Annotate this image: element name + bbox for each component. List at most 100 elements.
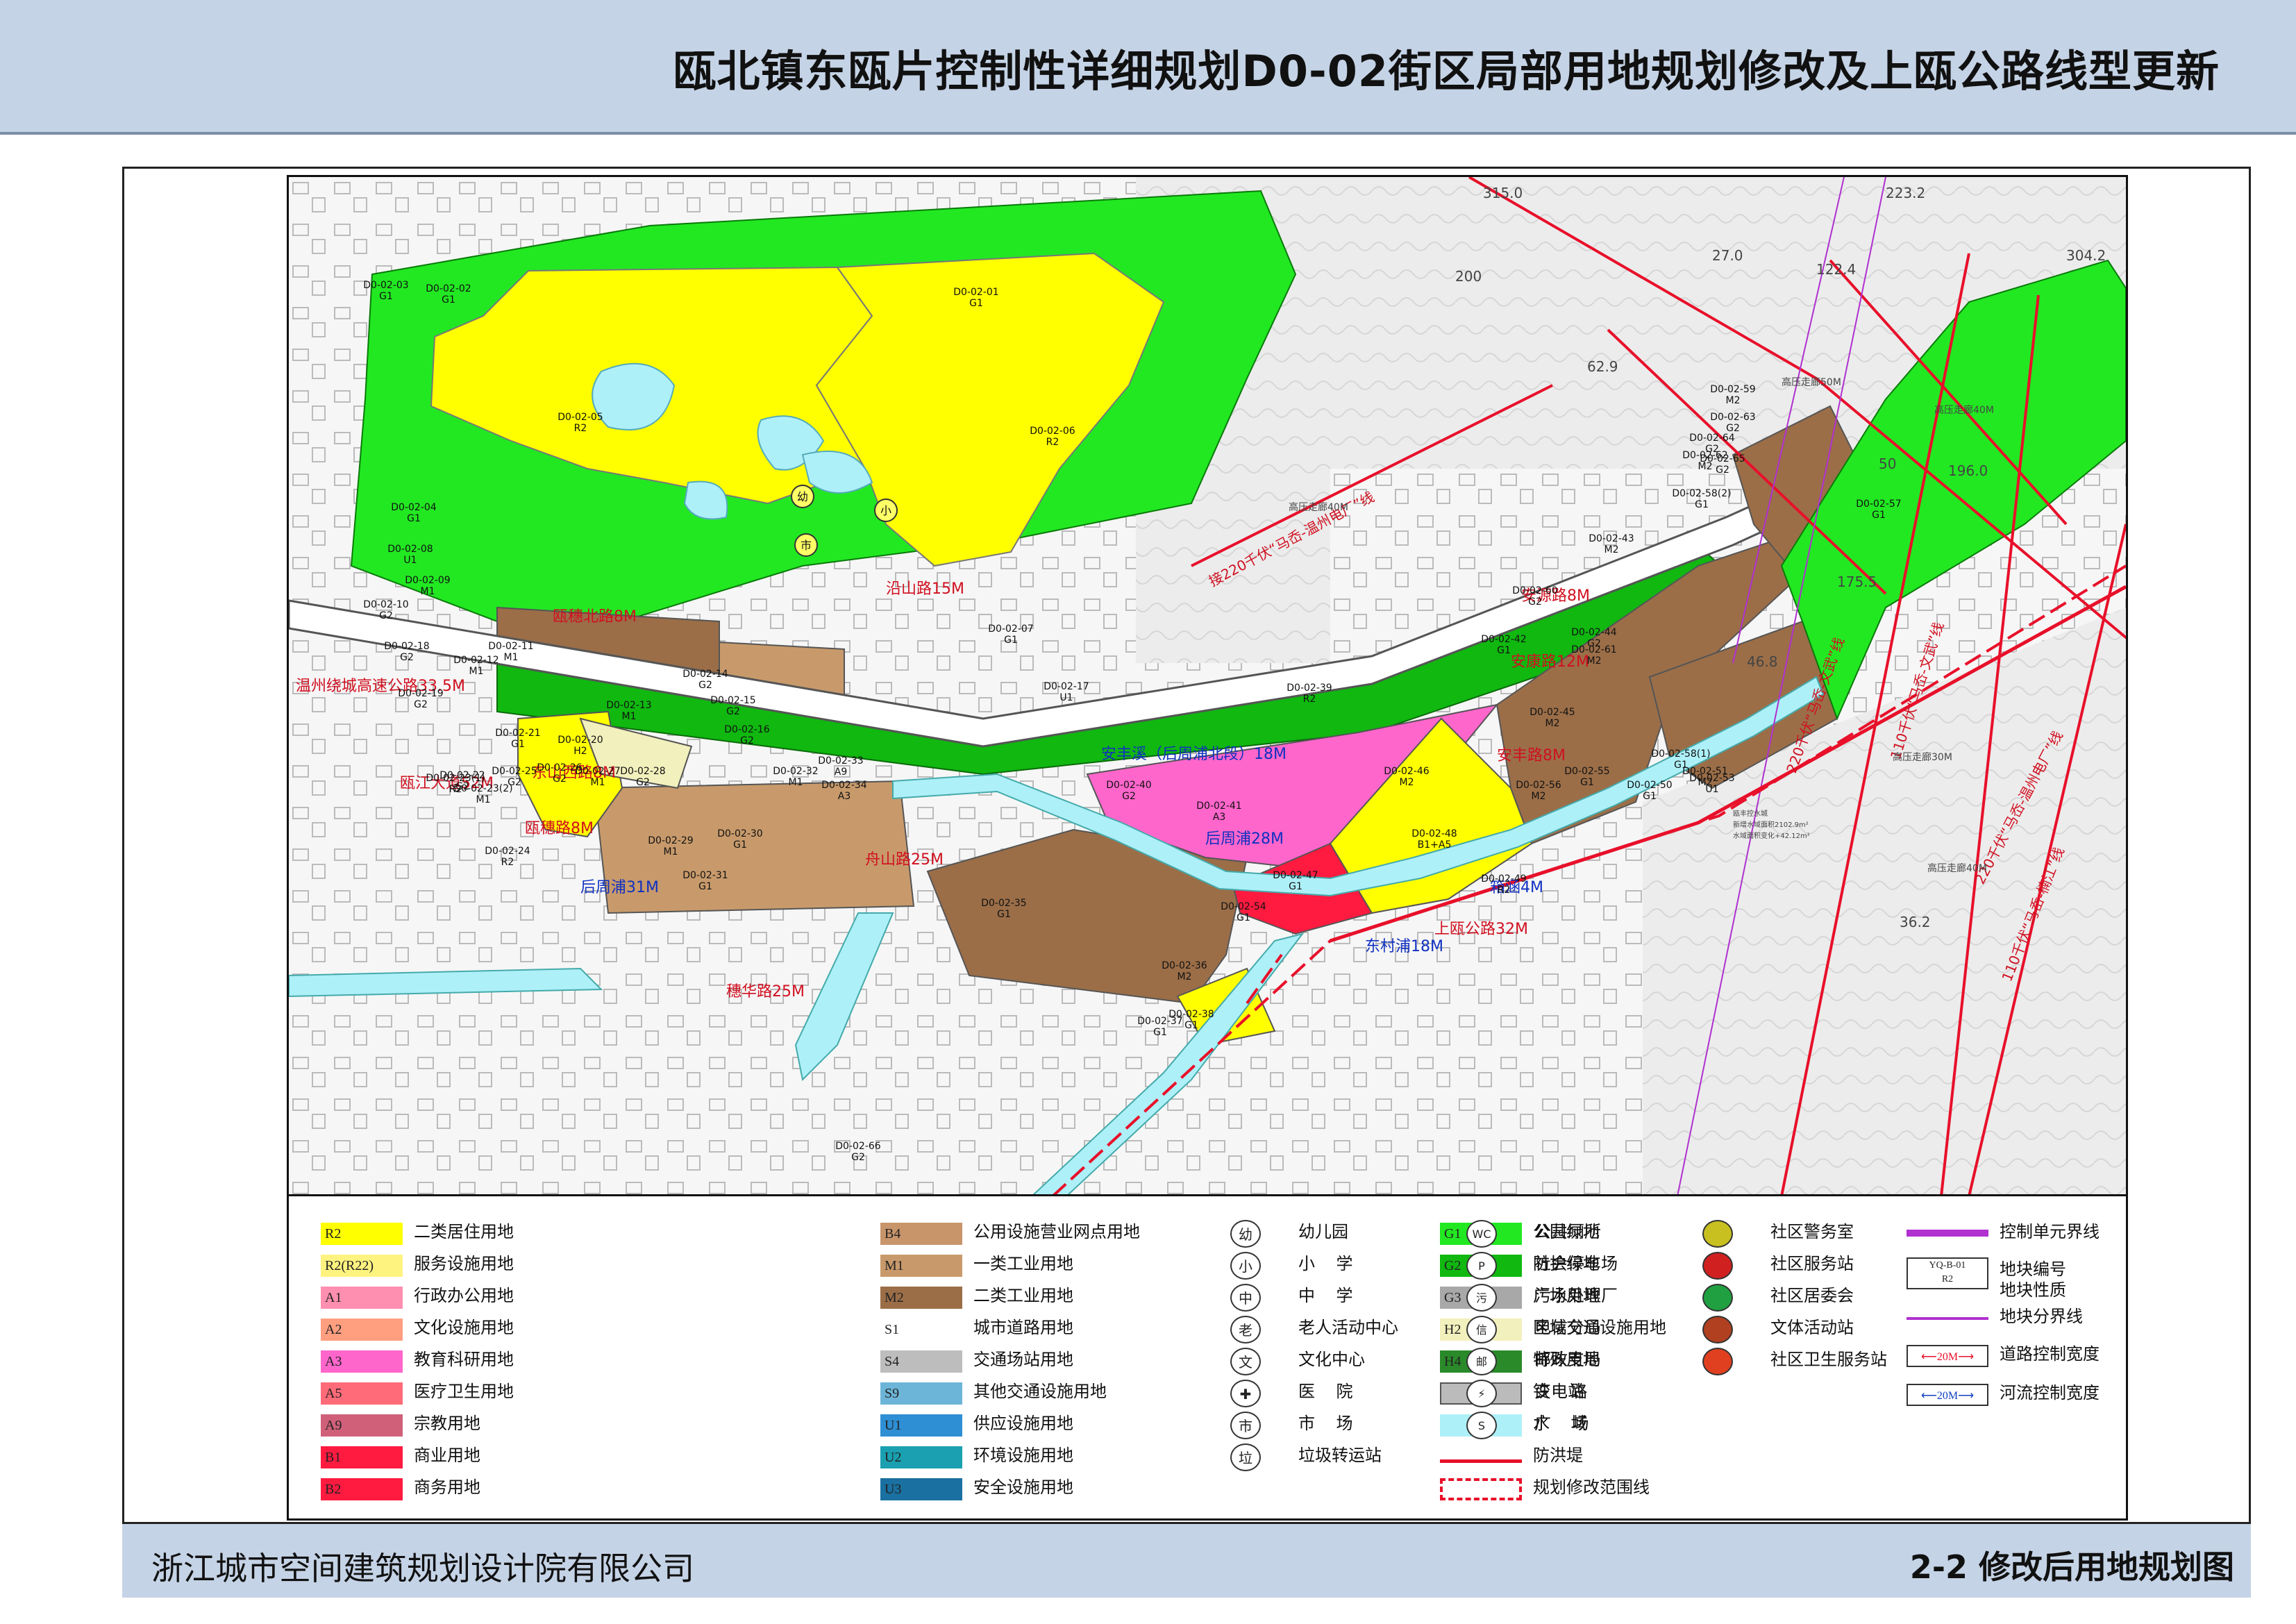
- plot-code-label: G1: [1695, 499, 1709, 510]
- plot-id-label: D0-02-12: [453, 655, 498, 666]
- plot-id-label: D0-02-02: [426, 283, 471, 294]
- map-legend: R2 二类居住用地 R2(R22) 服务设施用地 A1 行政办公用地 A2 文化设施用地 A3 教…: [287, 1194, 2128, 1521]
- map-canvas[interactable]: 沿山路15M瓯穗北路8M温州绕城高速公路33.5M瓯江大道52M东山西路8M瓯穗…: [289, 177, 2126, 1196]
- elevation-label: 200: [1455, 268, 1482, 285]
- plot-code-label: B1+A5: [1418, 839, 1452, 851]
- legend-label: 广 场: [1534, 1414, 1589, 1433]
- plot-id-label: D0-02-56: [1516, 780, 1561, 791]
- legend-label: 邮政支局: [1534, 1350, 1601, 1369]
- plot-id-label: D0-02-49: [1481, 873, 1526, 885]
- road-label: 东村浦18M: [1365, 938, 1443, 955]
- facility-symbol: ⚡: [1466, 1380, 1497, 1407]
- legend-label: 服务设施用地: [414, 1254, 514, 1273]
- plot-code-label: G1: [698, 881, 712, 892]
- legend-swatch: A2: [321, 1319, 403, 1341]
- plot-id-label: D0-02-53: [1689, 773, 1734, 784]
- elevation-label: 304.2: [2066, 247, 2106, 264]
- plot-id-label: D0-02-59: [1710, 384, 1755, 395]
- plot-id-label: D0-02-54: [1221, 901, 1266, 912]
- plot-id-label: D0-02-17: [1044, 681, 1089, 692]
- plot-id-label: D0-02-27: [575, 766, 620, 777]
- plot-id-label: D0-02-63: [1710, 412, 1755, 423]
- legend-label: 污水处理厂: [1534, 1286, 1618, 1305]
- elevation-label: 27.0: [1712, 247, 1743, 264]
- plot-id-label: D0-02-09: [405, 575, 450, 586]
- plot-code-label: G1: [407, 513, 421, 524]
- plot-id-label: D0-02-55: [1564, 766, 1609, 777]
- plot-id-label: D0-02-10: [363, 599, 408, 610]
- plot-id-label: D0-02-33: [818, 755, 863, 767]
- plot-id-label: D0-02-23(1): [426, 773, 485, 784]
- facility-icon-glyph: 幼: [797, 490, 808, 503]
- plot-id-label: D0-02-57: [1856, 499, 1901, 510]
- plot-code-label: M2: [1587, 655, 1602, 667]
- plot-id-label: D0-02-04: [391, 502, 437, 513]
- legend-swatch: S1: [880, 1319, 962, 1341]
- map-note: 瓯丰控水城: [1733, 809, 1768, 818]
- facility-symbol: WC: [1466, 1220, 1497, 1248]
- legend-swatch: U1: [880, 1414, 962, 1437]
- plot-id-label: D0-02-13: [606, 700, 651, 711]
- legend-label: 道路控制宽度: [2000, 1344, 2100, 1364]
- plot-id-label: D0-02-60: [1512, 585, 1557, 596]
- plot-id-label: D0-02-39: [1287, 683, 1332, 694]
- plot-id-label: D0-02-15: [710, 695, 755, 706]
- plot-id-label: D0-02-07: [988, 623, 1033, 635]
- plot-code-label: G1: [1674, 760, 1688, 771]
- elevation-label: 50: [1879, 455, 1896, 472]
- legend-label: 交通场站用地: [973, 1350, 1073, 1369]
- plot-code-label: M1: [664, 846, 678, 857]
- plot-code-label: G1: [997, 909, 1011, 920]
- map-note: 新增水域面积2102.9m²: [1733, 820, 1809, 829]
- plot-id-label: D0-02-06: [1030, 426, 1075, 437]
- facility-symbol: S: [1466, 1412, 1497, 1439]
- legend-label: 供应设施用地: [973, 1414, 1073, 1433]
- legend-swatch: [1440, 1478, 1522, 1500]
- title-bar: 瓯北镇东瓯片控制性详细规划D0-02街区局部用地规划修改及上瓯公路线型更新: [0, 0, 2296, 133]
- legend-label: 地块分界线: [2000, 1307, 2083, 1326]
- plot-id-label: D0-02-61: [1571, 644, 1616, 655]
- plot-code-label: U1: [1705, 784, 1718, 795]
- land-use-map[interactable]: 沿山路15M 瓯穗北路8M 温州绕城高速公路33.5M 瓯江大道52M 东山西路8M 瓯穗…: [287, 175, 2128, 1198]
- map-note: 水域面积变化+42.12m²: [1733, 831, 1810, 840]
- road-label: 后周浦31M: [580, 879, 659, 896]
- plot-id-label: D0-02-32: [773, 766, 818, 777]
- plot-id-label: D0-02-36: [1162, 960, 1207, 971]
- plot-id-label: D0-02-47: [1273, 870, 1318, 881]
- community-symbol: [1702, 1284, 1733, 1312]
- elevation-label: 62.9: [1587, 358, 1618, 375]
- plot-id-label: D0-02-31: [682, 870, 728, 881]
- plot-code-label: G2: [636, 777, 650, 788]
- plot-code-label: G1: [969, 298, 983, 309]
- legend-label: 老人活动中心: [1298, 1318, 1398, 1337]
- legend-swatch: B4: [880, 1223, 962, 1245]
- legend-swatch: B1: [321, 1446, 403, 1468]
- road-label: 瓯穗北路8M: [553, 608, 637, 626]
- plot-id-label: D0-02-08: [387, 544, 433, 555]
- plot-code-label: G1: [1497, 645, 1511, 656]
- legend-label: 幼儿园: [1298, 1222, 1348, 1241]
- plot-code-label: G1: [1237, 912, 1250, 923]
- plot-code-label: G2: [379, 610, 393, 621]
- plot-id-label: D0-02-43: [1589, 533, 1634, 544]
- plot-id-label: D0-02-28: [620, 766, 665, 777]
- facility-symbol: 幼: [1230, 1220, 1261, 1248]
- facility-symbol: 老: [1230, 1316, 1261, 1343]
- legend-label: 文化中心: [1298, 1350, 1365, 1369]
- plot-code-label: M1: [591, 777, 605, 788]
- legend-label: 垃圾转运站: [1298, 1446, 1382, 1465]
- plot-code-label: R2: [501, 857, 514, 868]
- plot-id-label: D0-02-05: [558, 412, 603, 423]
- plot-code-label: G2: [1122, 791, 1136, 802]
- facility-symbol: 邮: [1466, 1348, 1497, 1375]
- plot-id-label: D0-02-16: [724, 724, 770, 735]
- legend-swatch: R2: [321, 1223, 403, 1245]
- plot-id-label: D0-02-64: [1689, 433, 1735, 444]
- corridor-label: 高压走廊40M: [1289, 501, 1348, 513]
- plot-code-label: M2: [1178, 971, 1192, 982]
- plot-id-label: D0-02-42: [1481, 634, 1526, 645]
- plot-code-label: A3: [1213, 812, 1225, 823]
- legend-label: 环境设施用地: [973, 1446, 1073, 1465]
- plot-code-label: G2: [698, 680, 712, 691]
- plot-code-label: G1: [1643, 791, 1657, 802]
